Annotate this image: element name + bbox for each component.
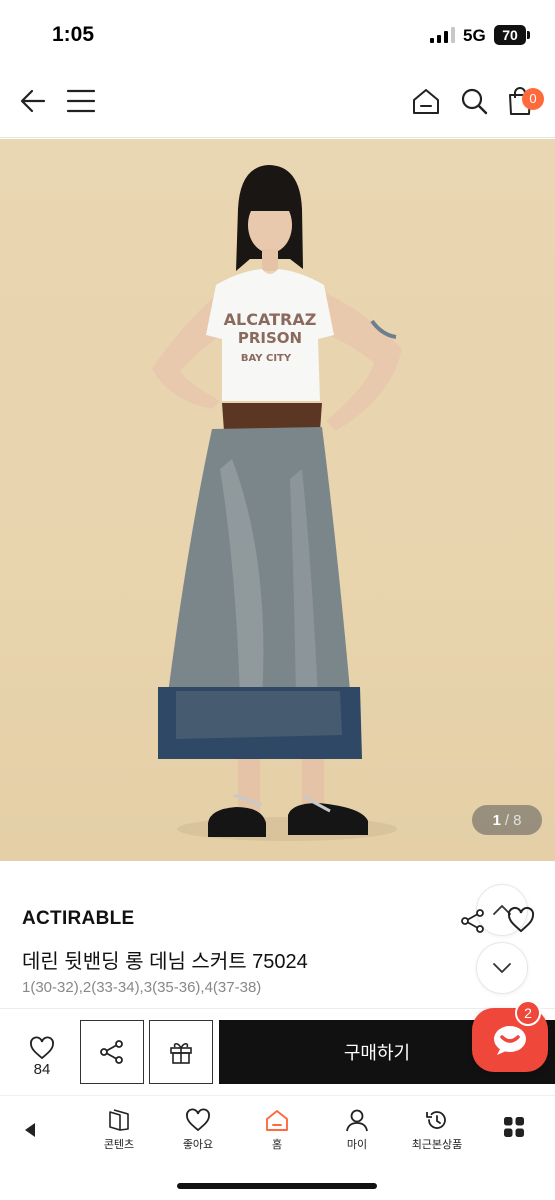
signal-icon bbox=[430, 27, 455, 43]
image-total: 8 bbox=[513, 811, 522, 829]
tab-label: 최근본상품 bbox=[411, 1139, 463, 1151]
home-button[interactable] bbox=[409, 84, 443, 118]
tab-label: 홈 bbox=[271, 1139, 283, 1151]
bottom-tab-bar: 콘텐츠 좋아요 홈 마이 최근본상품 bbox=[0, 1095, 555, 1165]
tab-recent[interactable]: 최근본상품 bbox=[405, 1104, 469, 1160]
svg-text:PRISON: PRISON bbox=[238, 329, 302, 347]
image-counter: 1 / 8 bbox=[472, 805, 542, 835]
network-type: 5G bbox=[463, 26, 486, 45]
tab-label: 마이 bbox=[346, 1139, 368, 1151]
user-icon bbox=[346, 1109, 368, 1132]
image-separator: / bbox=[504, 811, 510, 829]
heart-icon bbox=[30, 1036, 54, 1060]
heart-icon bbox=[186, 1108, 210, 1132]
app-grid-button[interactable] bbox=[494, 1104, 534, 1160]
arrow-left-icon bbox=[20, 89, 46, 113]
divider bbox=[0, 1008, 555, 1009]
grid-icon bbox=[504, 1117, 524, 1137]
gift-button[interactable] bbox=[149, 1020, 213, 1084]
scroll-down-button[interactable] bbox=[476, 942, 528, 994]
share-icon bbox=[100, 1040, 123, 1064]
battery-icon: 70 bbox=[494, 25, 526, 45]
history-icon bbox=[426, 1111, 446, 1129]
home-icon bbox=[266, 1110, 288, 1131]
product-title: 데린 뒷밴딩 롱 데님 스커트 75024 bbox=[22, 951, 308, 973]
gift-icon bbox=[170, 1042, 192, 1064]
chat-icon bbox=[494, 1026, 526, 1055]
product-photo: ALCATRAZ PRISON BAY CITY bbox=[152, 165, 402, 841]
brand-name[interactable]: ACTIRABLE bbox=[22, 908, 134, 930]
tab-likes[interactable]: 좋아요 bbox=[168, 1104, 228, 1160]
like-count: 84 bbox=[33, 1061, 51, 1078]
like-button[interactable]: 84 bbox=[14, 1030, 70, 1084]
book-icon bbox=[109, 1109, 129, 1131]
cart-count-badge: 0 bbox=[522, 88, 544, 110]
share-icon[interactable] bbox=[460, 908, 486, 934]
battery-cap bbox=[527, 31, 530, 39]
status-time: 1:05 bbox=[52, 23, 95, 46]
product-image[interactable]: ALCATRAZ PRISON BAY CITY bbox=[0, 139, 555, 861]
wishlist-heart-icon[interactable] bbox=[506, 906, 536, 934]
tab-home[interactable]: 홈 bbox=[247, 1104, 307, 1160]
svg-text:ALCATRAZ: ALCATRAZ bbox=[224, 310, 317, 329]
top-nav bbox=[0, 70, 555, 138]
share-button[interactable] bbox=[80, 1020, 144, 1084]
home-icon bbox=[413, 89, 439, 114]
hamburger-icon bbox=[66, 89, 96, 113]
tab-label: 콘텐츠 bbox=[103, 1139, 135, 1151]
tab-label: 좋아요 bbox=[182, 1139, 214, 1151]
product-options: 1(30-32),2(33-34),3(35-36),4(37-38) bbox=[22, 979, 262, 996]
chevron-down-icon bbox=[493, 963, 511, 973]
home-indicator bbox=[177, 1183, 377, 1189]
status-bar: 1:05 5G 70 bbox=[0, 0, 555, 70]
chat-badge: 2 bbox=[515, 1000, 541, 1026]
tab-my[interactable]: 마이 bbox=[327, 1104, 387, 1160]
triangle-left-icon bbox=[25, 1123, 35, 1137]
image-current: 1 bbox=[492, 811, 501, 829]
tab-contents[interactable]: 콘텐츠 bbox=[89, 1104, 149, 1160]
back-button[interactable] bbox=[16, 84, 50, 118]
browser-back-button[interactable] bbox=[10, 1104, 50, 1160]
search-button[interactable] bbox=[457, 84, 491, 118]
search-icon bbox=[461, 88, 488, 115]
menu-button[interactable] bbox=[64, 84, 98, 118]
svg-text:BAY CITY: BAY CITY bbox=[241, 353, 292, 364]
